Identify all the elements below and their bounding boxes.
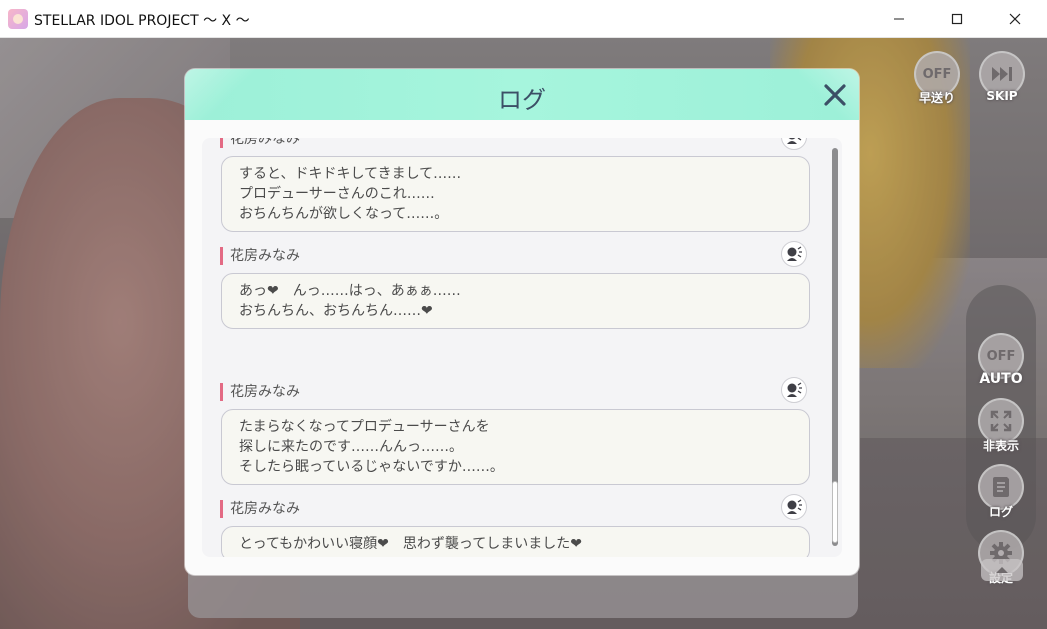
window-titlebar: STELLAR IDOL PROJECT ～ X ～	[0, 0, 1047, 38]
log-label: ログ	[988, 505, 1013, 519]
voice-icon	[787, 382, 802, 397]
dialogue-line: とってもかわいい寝顔❤ 思わず襲ってしまいました❤	[239, 536, 582, 552]
close-icon	[824, 84, 846, 106]
log-dialog-header: ログ	[185, 69, 859, 120]
fast-forward-state: OFF	[922, 66, 952, 82]
skip-label: SKIP	[986, 89, 1018, 103]
scroll-up-button[interactable]	[981, 559, 1023, 581]
log-list[interactable]: 花房みなみ すると、ドキドキしてきまして…… プロデューサーさんのこれ…… おち…	[202, 138, 842, 557]
voice-replay-button[interactable]	[781, 377, 807, 403]
dialogue-line: そしたら眠っているじゃないですか……。	[239, 459, 504, 475]
dialogue-line: すると、ドキドキしてきまして……	[239, 166, 462, 182]
skip-icon	[992, 67, 1012, 81]
speaker-name: 花房みなみ	[220, 138, 300, 148]
dialogue-line: あっ❤ んっ……はっ、あぁぁ……	[239, 283, 461, 299]
dialogue-line: おちんちんが欲しくなって……。	[239, 206, 449, 222]
speaker-name: 花房みなみ	[220, 383, 300, 401]
log-dialog: ログ 花房みなみ すると、ドキドキしてきまして…… プロデューサーさんのこれ………	[185, 69, 859, 575]
hide-ui-label: 非表示	[982, 439, 1019, 453]
close-log-button[interactable]	[821, 81, 849, 109]
maximize-icon	[951, 13, 963, 25]
speaker-name: 花房みなみ	[220, 500, 300, 518]
app-icon	[8, 9, 28, 29]
fast-forward-label: 早送り	[918, 91, 955, 105]
dialogue-line: 探しに来たのです……んんっ……。	[239, 439, 463, 455]
dialogue-line: おちんちん、おちんちん……❤	[239, 303, 433, 319]
dialogue-bubble: とってもかわいい寝顔❤ 思わず襲ってしまいました❤	[221, 526, 810, 557]
close-icon	[1009, 13, 1021, 25]
voice-replay-button[interactable]	[781, 138, 807, 150]
voice-icon	[787, 246, 802, 261]
dialogue-bubble: たまらなくなってプロデューサーさんを 探しに来たのです……んんっ……。 そしたら…	[221, 409, 810, 485]
dialogue-bubble: あっ❤ んっ……はっ、あぁぁ…… おちんちん、おちんちん……❤	[221, 273, 810, 329]
voice-replay-button[interactable]	[781, 241, 807, 267]
minimize-icon	[894, 18, 904, 20]
dialogue-line: プロデューサーさんのこれ……	[239, 186, 435, 202]
scroll-document-icon	[993, 477, 1009, 497]
dialogue-line: たまらなくなってプロデューサーさんを	[239, 419, 490, 435]
auto-label: AUTO	[979, 371, 1023, 387]
maximize-button[interactable]	[928, 0, 986, 38]
window-title: STELLAR IDOL PROJECT ～ X ～	[34, 13, 250, 29]
voice-replay-button[interactable]	[781, 494, 807, 520]
triangle-up-icon	[996, 567, 1008, 573]
minimize-button[interactable]	[870, 0, 928, 38]
log-scrollbar-thumb[interactable]	[832, 481, 838, 543]
dialogue-bubble: すると、ドキドキしてきまして…… プロデューサーさんのこれ…… おちんちんが欲し…	[221, 156, 810, 232]
close-window-button[interactable]	[986, 0, 1044, 38]
voice-icon	[787, 138, 802, 144]
auto-state: OFF	[986, 348, 1016, 364]
voice-icon	[787, 499, 802, 514]
log-dialog-title: ログ	[498, 86, 546, 114]
speaker-name: 花房みなみ	[220, 247, 300, 265]
expand-icon	[990, 410, 1012, 432]
